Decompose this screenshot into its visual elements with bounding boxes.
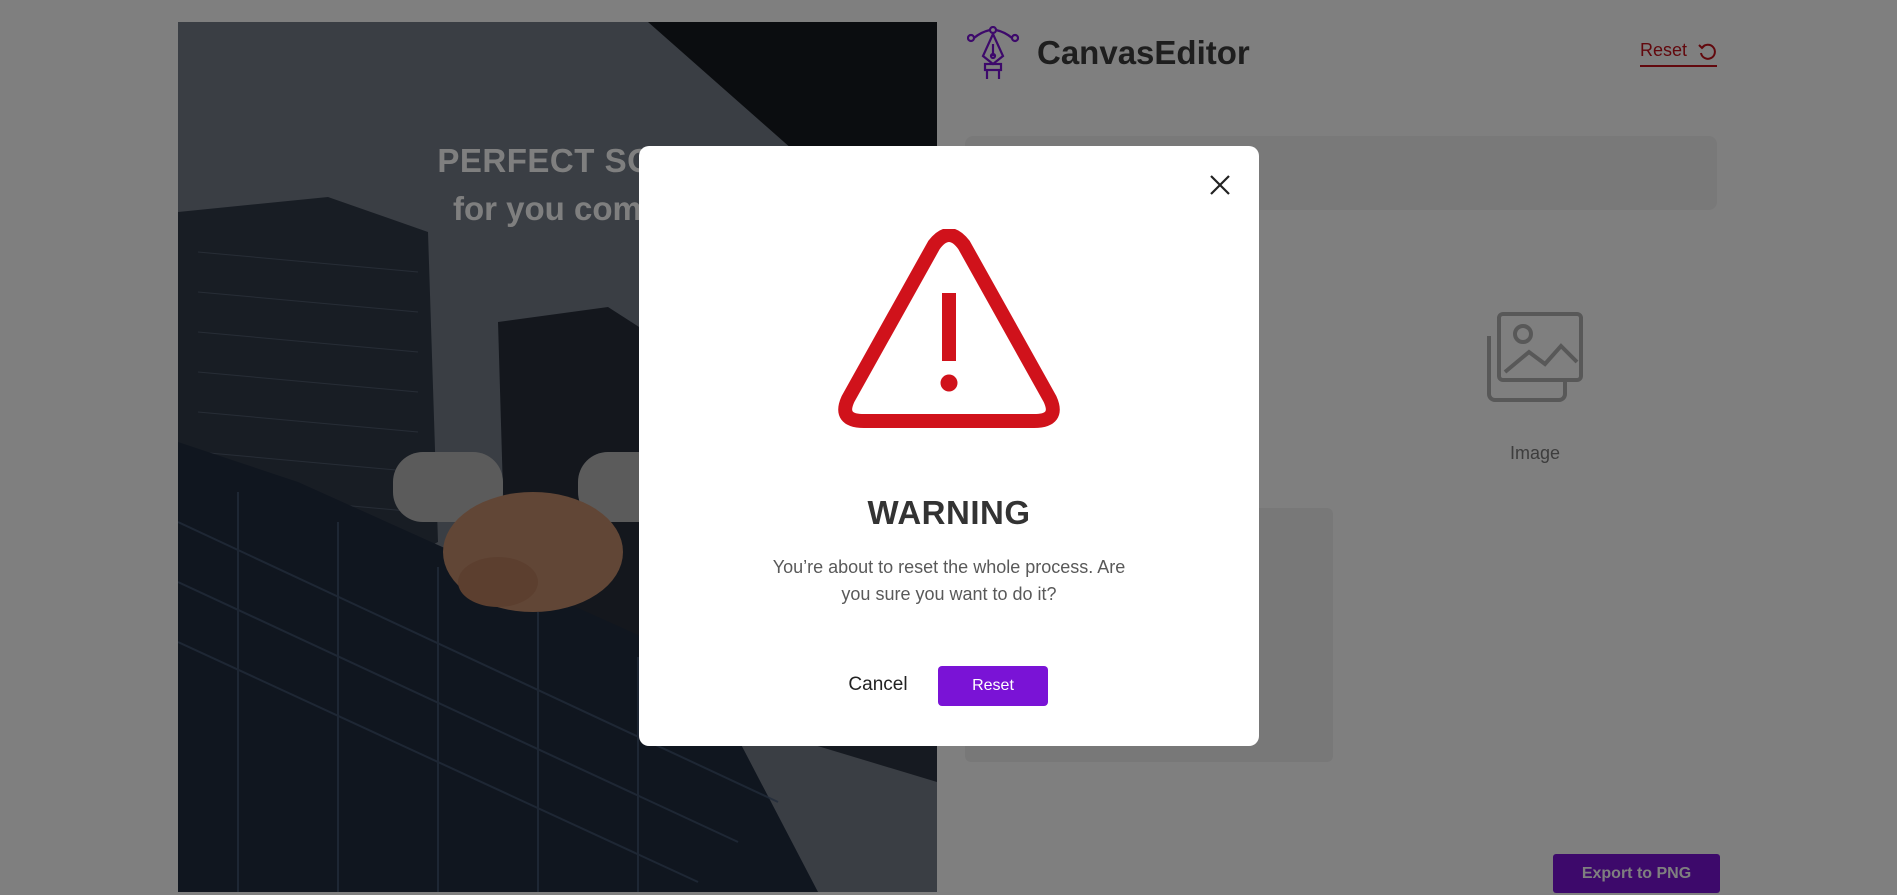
confirm-reset-button[interactable]: Reset	[938, 666, 1048, 706]
modal-close-button[interactable]	[1203, 168, 1237, 202]
warning-triangle-icon	[838, 229, 1060, 428]
warning-modal: WARNING You’re about to reset the whole …	[639, 146, 1259, 746]
cancel-button[interactable]: Cancel	[836, 666, 920, 704]
modal-title: WARNING	[867, 494, 1031, 531]
modal-message: You’re about to reset the whole process.…	[772, 557, 1126, 604]
close-icon	[1210, 175, 1230, 195]
